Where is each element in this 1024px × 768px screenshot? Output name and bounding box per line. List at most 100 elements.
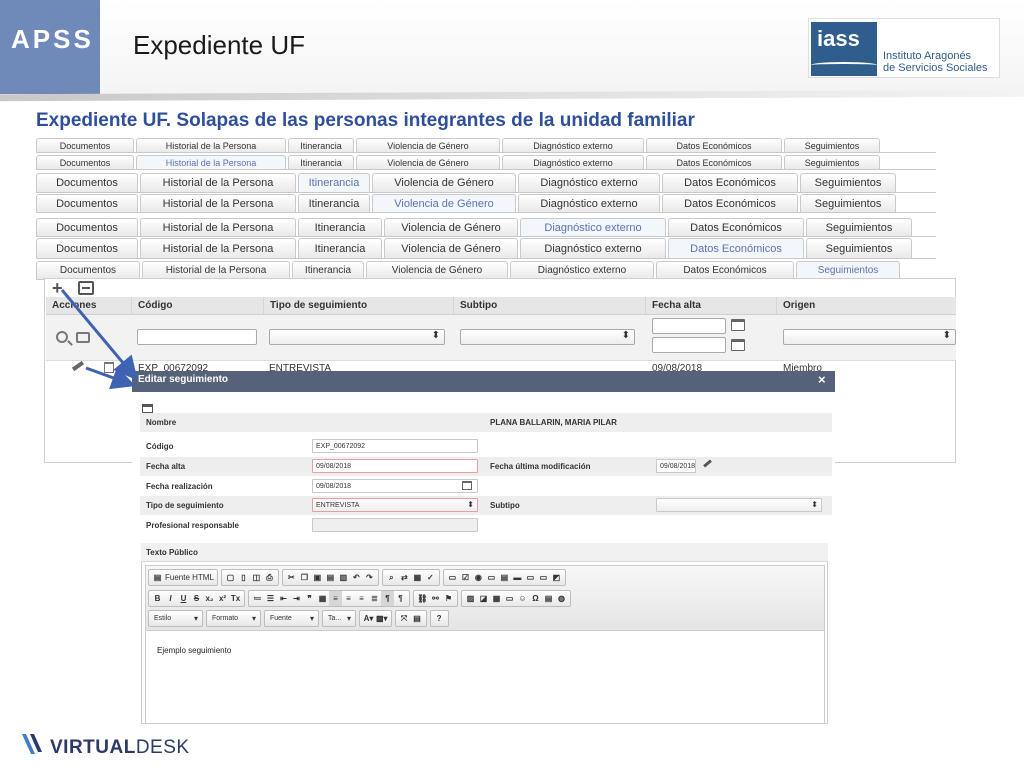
unlink-icon[interactable]: ⚯ — [429, 591, 442, 606]
calendar-icon[interactable] — [462, 481, 472, 490]
cut-icon[interactable]: ✂ — [285, 570, 298, 585]
blockquote-icon[interactable]: ❞ — [303, 591, 316, 606]
undo-icon[interactable]: ↶ — [350, 570, 363, 585]
tab-2[interactable]: Historial de la Persona — [140, 194, 296, 212]
bullet-list-icon[interactable]: ☰ — [264, 591, 277, 606]
tab-7[interactable]: Seguimientos — [784, 138, 880, 152]
col-codigo[interactable]: Código — [132, 297, 264, 314]
align-center-icon[interactable]: ≡ — [342, 591, 355, 606]
filter-codigo-input[interactable] — [137, 329, 257, 345]
tab-2[interactable]: Historial de la Persona — [140, 218, 296, 236]
tab-4[interactable]: Violencia de Género — [384, 238, 518, 258]
superscript-button[interactable]: x² — [216, 591, 229, 606]
tab-7[interactable]: Seguimientos — [800, 194, 896, 212]
tab-5[interactable]: Diagnóstico externo — [502, 155, 644, 169]
tab-1[interactable]: Documentos — [36, 194, 138, 212]
tab-3[interactable]: Itinerancia — [298, 238, 382, 258]
tab-4[interactable]: Violencia de Género — [356, 138, 500, 152]
preview-icon[interactable]: ◫ — [250, 570, 263, 585]
bold-button[interactable]: B — [151, 591, 164, 606]
textfield-icon[interactable]: ▭ — [485, 570, 498, 585]
tab-4[interactable]: Violencia de Género — [372, 173, 516, 192]
anchor-icon[interactable]: ⚑ — [442, 591, 455, 606]
tab-1[interactable]: Documentos — [36, 238, 138, 258]
tab-2[interactable]: Historial de la Persona — [140, 238, 296, 258]
tab-6[interactable]: Datos Económicos — [668, 238, 804, 258]
col-tipo[interactable]: Tipo de seguimiento — [264, 297, 454, 314]
iframe-icon[interactable]: ◍ — [555, 591, 568, 606]
indent-icon[interactable]: ⇥ — [290, 591, 303, 606]
outdent-icon[interactable]: ⇤ — [277, 591, 290, 606]
tab-6[interactable]: Datos Económicos — [668, 218, 804, 236]
edit-icon[interactable] — [703, 459, 712, 468]
select-field-icon[interactable]: ▬ — [511, 570, 524, 585]
text-color-icon[interactable]: A▾ — [362, 611, 375, 626]
profesional-field[interactable] — [312, 518, 478, 532]
paste-icon[interactable]: ▣ — [311, 570, 324, 585]
tab-4[interactable]: Violencia de Género — [356, 155, 500, 169]
add-icon[interactable]: + — [52, 279, 68, 297]
image-button-icon[interactable]: ◩ — [550, 570, 563, 585]
find-icon[interactable]: ⌕ — [385, 570, 398, 585]
smiley-icon[interactable]: ☺ — [516, 591, 529, 606]
tab-6[interactable]: Datos Económicos — [662, 194, 798, 212]
maximize-icon[interactable]: ⤧ — [398, 611, 411, 626]
tab-3[interactable]: Itinerancia — [288, 138, 354, 152]
tab-2[interactable]: Historial de la Persona — [140, 173, 296, 192]
print-icon[interactable] — [142, 404, 153, 413]
tab-2[interactable]: Historial de la Persona — [136, 155, 286, 169]
tab-2[interactable]: Historial de la Persona — [136, 138, 286, 152]
tab-7[interactable]: Seguimientos — [806, 218, 912, 236]
tab-5[interactable]: Diagnóstico externo — [520, 238, 666, 258]
tab-1[interactable]: Documentos — [36, 261, 140, 279]
hidden-field-icon[interactable]: ▭ — [537, 570, 550, 585]
filter-fecha-desde-input[interactable] — [652, 318, 726, 334]
subscript-button[interactable]: x₂ — [203, 591, 216, 606]
rtl-icon[interactable]: ¶ — [394, 591, 407, 606]
print-icon[interactable]: ⎙ — [263, 570, 276, 585]
col-origen[interactable]: Origen — [777, 297, 956, 314]
tab-4[interactable]: Violencia de Género — [372, 194, 516, 212]
fecha-alta-field[interactable]: 09/08/2018 — [312, 459, 478, 473]
filter-subtipo-select[interactable] — [460, 329, 635, 345]
export-icon[interactable] — [78, 281, 94, 295]
tab-5[interactable]: Diagnóstico externo — [518, 194, 660, 212]
select-all-icon[interactable]: ▦ — [411, 570, 424, 585]
tab-5[interactable]: Diagnóstico externo — [502, 138, 644, 152]
checkbox-icon[interactable]: ☑ — [459, 570, 472, 585]
link-icon[interactable]: ⛓ — [416, 591, 429, 606]
editor-content-area[interactable] — [145, 631, 825, 724]
textarea-icon[interactable]: ▤ — [498, 570, 511, 585]
filter-origen-select[interactable] — [783, 329, 956, 345]
fecha-realizacion-field[interactable]: 09/08/2018 — [312, 479, 478, 493]
tab-3[interactable]: Itinerancia — [292, 261, 364, 279]
special-char-icon[interactable]: Ω — [529, 591, 542, 606]
ltr-icon[interactable]: ¶ — [381, 591, 394, 606]
format-dropdown[interactable]: Formato — [206, 610, 261, 627]
flash-icon[interactable]: ◪ — [477, 591, 490, 606]
tab-1[interactable]: Documentos — [36, 218, 138, 236]
close-icon[interactable]: × — [818, 372, 826, 387]
table-icon[interactable]: ▦ — [490, 591, 503, 606]
tab-5[interactable]: Diagnóstico externo — [520, 218, 666, 236]
source-html-button[interactable]: Fuente HTML — [164, 570, 215, 585]
filter-fecha-hasta-input[interactable] — [652, 337, 726, 353]
font-dropdown[interactable]: Fuente — [264, 610, 319, 627]
tab-5[interactable]: Diagnóstico externo — [518, 173, 660, 192]
align-left-icon[interactable]: ≡ — [329, 591, 342, 606]
tab-1[interactable]: Documentos — [36, 155, 134, 169]
spellcheck-icon[interactable]: ✓ — [424, 570, 437, 585]
div-icon[interactable]: ▦ — [316, 591, 329, 606]
tab-7[interactable]: Seguimientos — [796, 261, 900, 279]
tab-7[interactable]: Seguimientos — [806, 238, 912, 258]
button-field-icon[interactable]: ▭ — [524, 570, 537, 585]
filter-tipo-select[interactable] — [269, 329, 445, 345]
clear-filter-icon[interactable] — [76, 332, 90, 343]
editor-content-text[interactable]: Ejemplo seguimiento — [157, 646, 231, 655]
col-subtipo[interactable]: Subtipo — [454, 297, 646, 314]
help-button[interactable]: ? — [433, 611, 446, 626]
tab-4[interactable]: Violencia de Género — [366, 261, 508, 279]
page-break-icon[interactable]: ▤ — [542, 591, 555, 606]
style-dropdown[interactable]: Estilo — [148, 610, 203, 627]
tab-3[interactable]: Itinerancia — [298, 218, 382, 236]
